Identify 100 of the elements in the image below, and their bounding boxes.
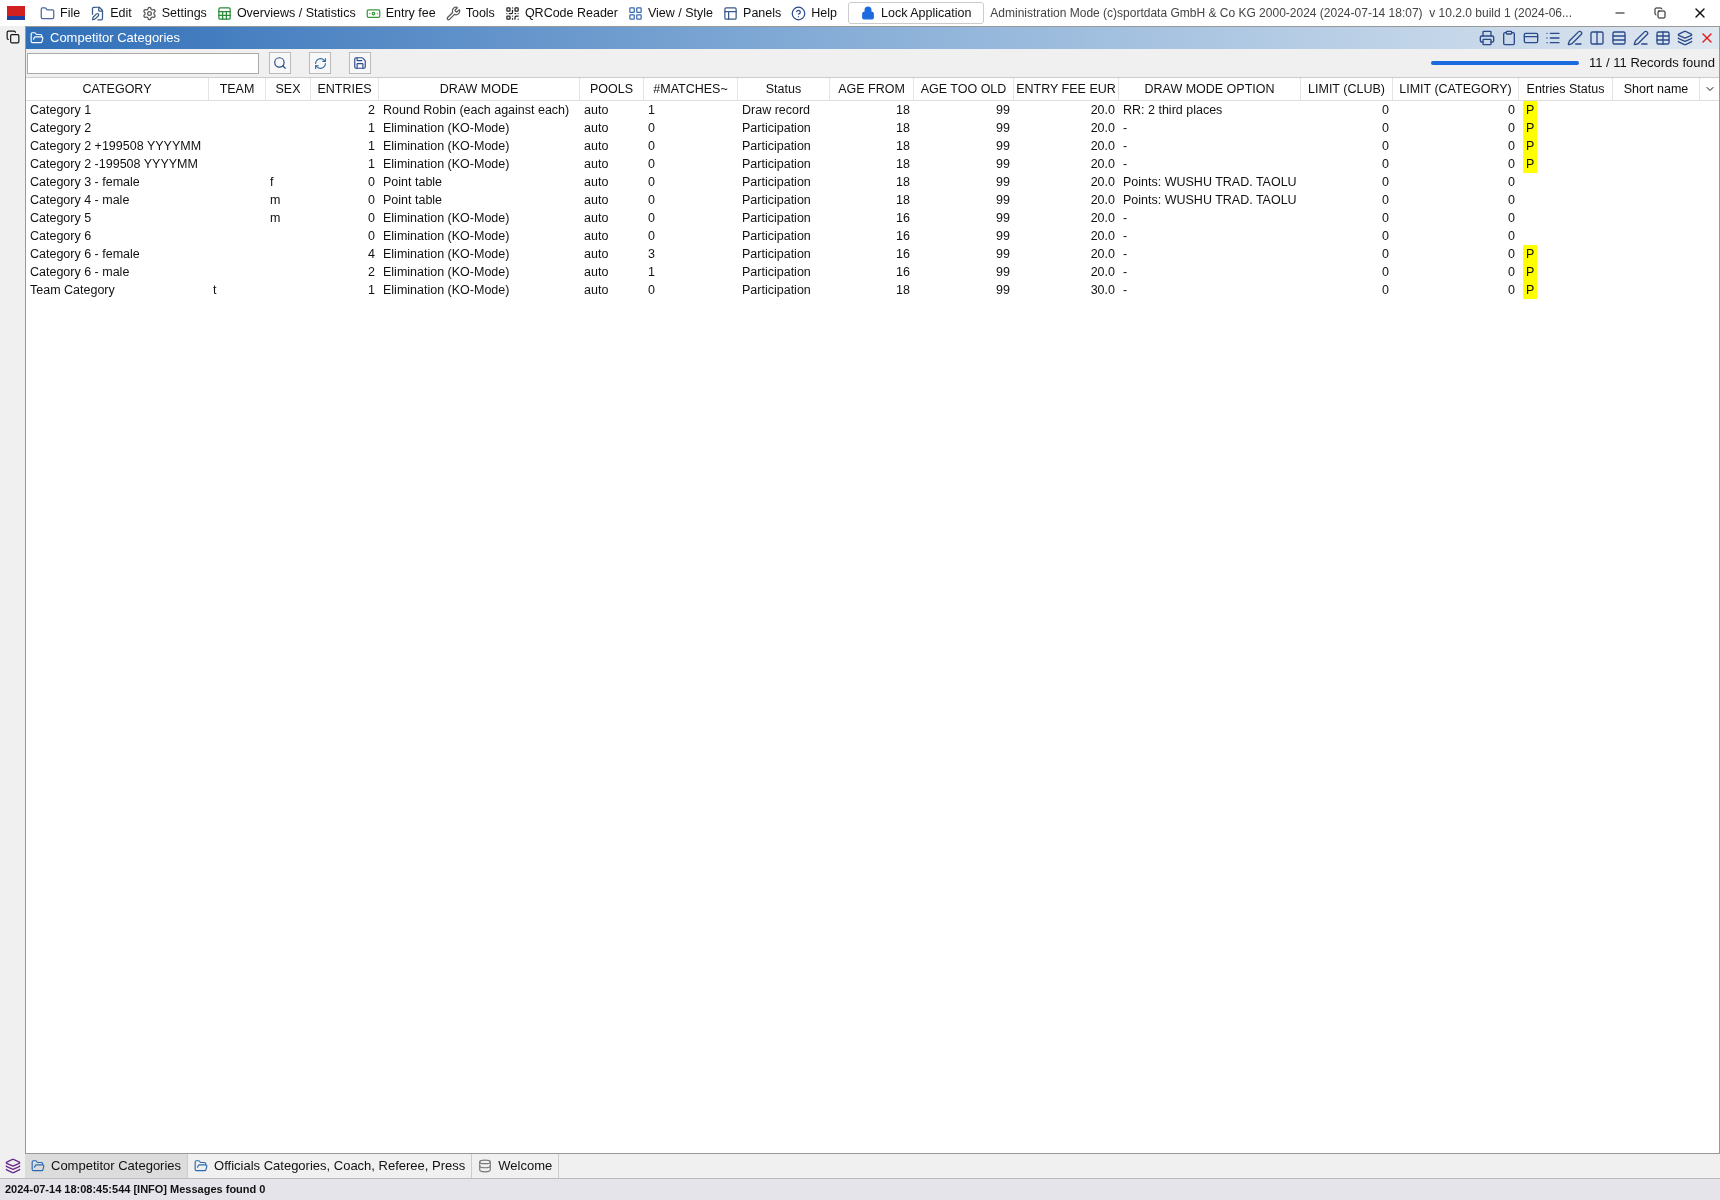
table-cell-text: 0 <box>1508 245 1515 263</box>
table-cell-text: Elimination (KO-Mode) <box>383 281 510 299</box>
table-cell-text: Points: WUSHU TRAD. TAOLU <box>1123 173 1297 191</box>
column-header[interactable]: POOLS <box>580 78 644 100</box>
table-cell-text: Category 2 <box>30 119 92 137</box>
table-cell-text: 0 <box>1508 263 1515 281</box>
table-cell-text: 99 <box>996 191 1010 209</box>
table-cell-text: 1 <box>368 137 375 155</box>
table-cell-text: 0 <box>1382 173 1389 191</box>
entries-status-badge: P <box>1523 119 1538 137</box>
table-cell-text: 0 <box>1508 155 1515 173</box>
table-cell-text: Points: WUSHU TRAD. TAOLU <box>1123 191 1297 209</box>
column-header[interactable]: LIMIT (CLUB) <box>1301 78 1393 100</box>
table-cell-text: 0 <box>1508 101 1515 119</box>
entries-status-badge: P <box>1523 263 1538 281</box>
table-cell-text: 0 <box>1508 227 1515 245</box>
table-cell-text: 3 <box>648 245 655 263</box>
table-cell-text: - <box>1123 227 1128 245</box>
table-cell-text: 18 <box>896 173 910 191</box>
table-cell-text: - <box>1123 119 1128 137</box>
table-cell-text: auto <box>584 227 609 245</box>
column-header[interactable]: DRAW MODE <box>379 78 580 100</box>
bottom-tab[interactable]: Competitor Categories <box>25 1154 189 1178</box>
column-header[interactable]: Short name <box>1613 78 1700 100</box>
column-header[interactable]: CATEGORY <box>26 78 209 100</box>
window-title: Administration Mode (c)sportdata GmbH & Co KG 2000-2024 (2024-07-14 18:07) v 10.2.0 build 1 (2024-06... <box>990 5 1572 22</box>
table-cell-text: Participation <box>742 137 811 155</box>
table-cell-text: 20.0 <box>1090 263 1115 281</box>
table-cell-text: 16 <box>896 227 910 245</box>
table-cell-text: Elimination (KO-Mode) <box>383 119 510 137</box>
table-cell-text: 0 <box>648 119 655 137</box>
table-cell-text: 18 <box>896 281 910 299</box>
table-cell-text: Point table <box>383 173 443 191</box>
table-cell-text: Draw record <box>742 101 811 119</box>
column-header[interactable]: SEX <box>266 78 311 100</box>
table-cell-text: - <box>1123 281 1128 299</box>
table-cell-text: 4 <box>368 245 375 263</box>
column-header[interactable]: DRAW MODE OPTION <box>1119 78 1301 100</box>
table-cell-text: 0 <box>1508 209 1515 227</box>
menu-item[interactable]: Help <box>786 0 842 26</box>
column-header[interactable]: ENTRIES <box>311 78 379 100</box>
table-cell-text: 18 <box>896 137 910 155</box>
table-cell-text: 99 <box>996 119 1010 137</box>
table-cell-text: 0 <box>1382 281 1389 299</box>
table-cell-text: 0 <box>648 155 655 173</box>
table-cell-text: auto <box>584 281 609 299</box>
table-cell-text: RR: 2 third places <box>1123 101 1223 119</box>
table-cell-text: 2 <box>368 263 375 281</box>
table-cell-text: m <box>270 209 281 227</box>
table-cell-text: 99 <box>996 227 1010 245</box>
table-cell-text: - <box>1123 263 1128 281</box>
table-cell-text: Round Robin (each against each) <box>383 101 570 119</box>
column-header[interactable]: AGE TOO OLD <box>914 78 1014 100</box>
table-cell-text: 0 <box>1382 101 1389 119</box>
menu-item[interactable]: QRCode Reader <box>499 0 623 26</box>
table-cell-text: Category 5 <box>30 209 92 227</box>
column-header[interactable]: TEAM <box>209 78 266 100</box>
menu-item[interactable]: Panels <box>718 0 787 26</box>
table-cell-text: auto <box>584 101 609 119</box>
menu-item[interactable]: Overviews / Statistics <box>211 0 361 26</box>
table-cell-text: Category 2 -199508 YYYYMM <box>30 155 198 173</box>
column-header[interactable]: ENTRY FEE EUR <box>1014 78 1119 100</box>
table-cell-text: 0 <box>648 227 655 245</box>
table-cell-text: 20.0 <box>1090 209 1115 227</box>
table-cell-text: 0 <box>1382 119 1389 137</box>
column-header[interactable]: Status <box>738 78 830 100</box>
menu-item[interactable]: Settings <box>136 0 212 26</box>
entries-status-badge: P <box>1523 281 1538 299</box>
table-cell-text: t <box>213 281 217 299</box>
table-cell-text: Category 6 <box>30 227 92 245</box>
records-found: 11 / 11 Records found <box>1589 54 1715 73</box>
table-cell-text: 0 <box>1382 191 1389 209</box>
column-header[interactable]: #MATCHES~ <box>644 78 738 100</box>
table-cell-text: Elimination (KO-Mode) <box>383 155 510 173</box>
table-cell-text: 16 <box>896 209 910 227</box>
table-cell-text: 30.0 <box>1090 281 1115 299</box>
table-cell-text: 0 <box>648 137 655 155</box>
column-header[interactable]: AGE FROM <box>830 78 914 100</box>
column-header[interactable]: Entries Status <box>1519 78 1613 100</box>
table-cell-text: Participation <box>742 191 811 209</box>
table-cell-text: 99 <box>996 245 1010 263</box>
column-header[interactable]: LIMIT (CATEGORY) <box>1393 78 1519 100</box>
table-cell-text: Participation <box>742 173 811 191</box>
table-cell-text: 0 <box>1382 263 1389 281</box>
menu-item[interactable]: Edit <box>85 0 137 26</box>
table-cell-text: 18 <box>896 155 910 173</box>
menu-item[interactable]: Entry fee <box>360 0 441 26</box>
table-cell-text: 1 <box>368 281 375 299</box>
menu-item[interactable]: Tools <box>440 0 500 26</box>
panel-title: Competitor Categories <box>50 29 181 48</box>
table-cell-text: 0 <box>1382 155 1389 173</box>
table-cell-text: 20.0 <box>1090 191 1115 209</box>
lock-application-button[interactable]: Lock Application <box>848 2 985 24</box>
table-cell-text: 0 <box>1382 137 1389 155</box>
table-cell-text: 0 <box>368 173 375 191</box>
table-cell-text: 0 <box>1508 281 1515 299</box>
menu-item[interactable]: View / Style <box>623 0 719 26</box>
entries-status-badge: P <box>1523 101 1538 119</box>
menu-item[interactable]: File <box>35 0 86 26</box>
table-cell-text: 0 <box>1382 227 1389 245</box>
